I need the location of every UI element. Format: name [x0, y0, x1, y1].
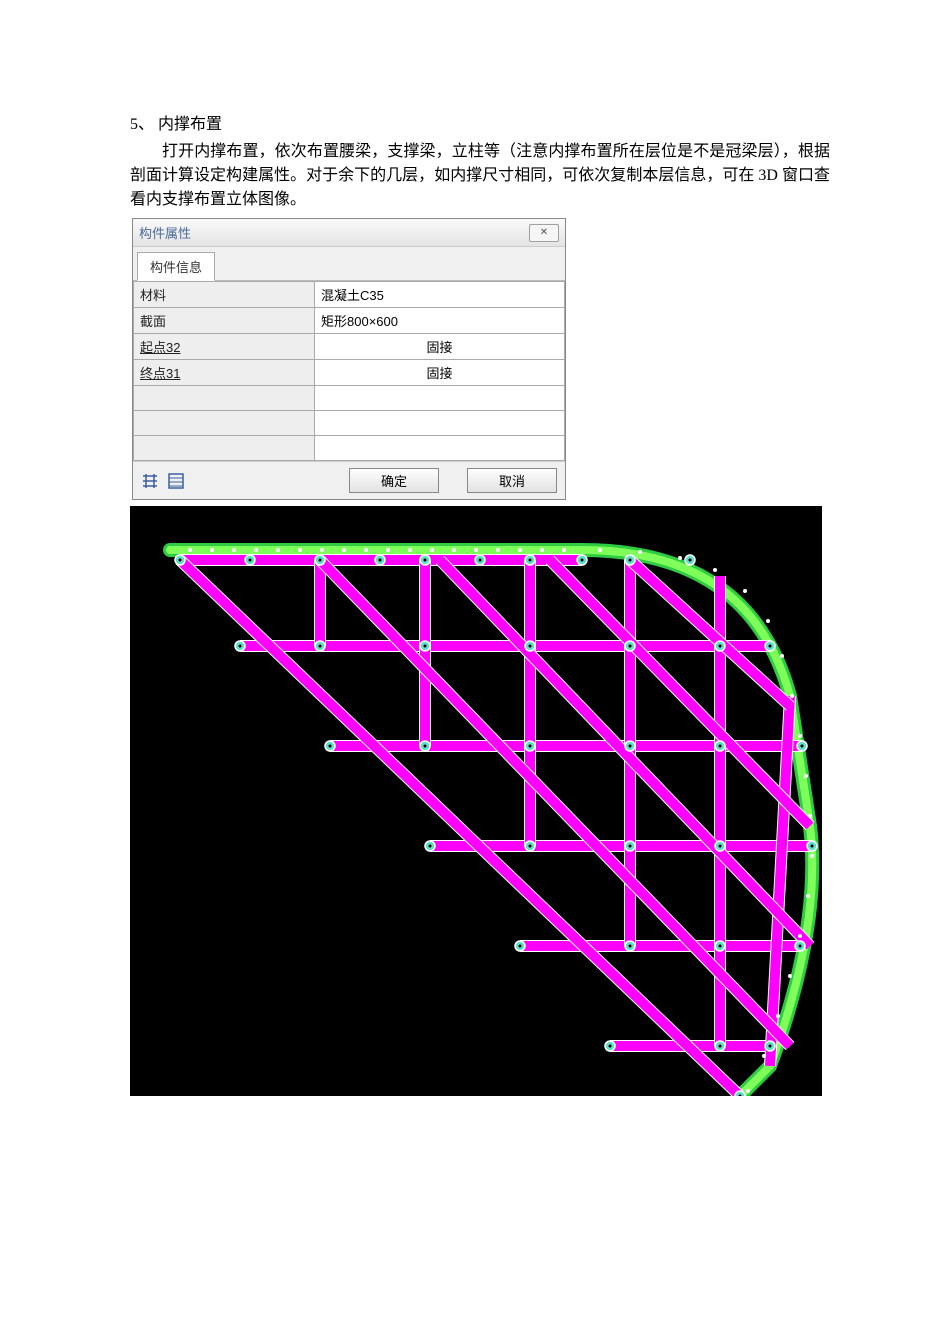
section-heading: 5、 内撑布置 [130, 110, 830, 134]
property-value[interactable] [315, 436, 565, 461]
property-row: 终点31固接 [134, 360, 565, 386]
ok-button[interactable]: 确定 [349, 468, 439, 493]
property-key: 终点31 [134, 360, 315, 386]
dialog-titlebar: 构件属性 ✕ [133, 219, 565, 247]
property-key [134, 386, 315, 411]
property-row: 截面矩形800×600 [134, 308, 565, 334]
bracing-plan-svg [130, 506, 822, 1096]
properties-table: 材料混凝土C35截面矩形800×600起点32固接终点31固接 [133, 281, 565, 461]
property-key: 起点32 [134, 334, 315, 360]
tool-icon-2[interactable] [167, 472, 185, 490]
property-value[interactable] [315, 386, 565, 411]
cad-3d-viewport[interactable] [130, 506, 822, 1096]
dialog-button-row: 确定 取消 [133, 461, 565, 499]
tool-icon-1[interactable] [141, 472, 159, 490]
property-row [134, 386, 565, 411]
property-row: 材料混凝土C35 [134, 282, 565, 308]
close-button[interactable]: ✕ [529, 224, 559, 242]
property-value[interactable]: 固接 [315, 334, 565, 360]
property-row [134, 411, 565, 436]
property-row [134, 436, 565, 461]
section-paragraph: 打开内撑布置，依次布置腰梁，支撑梁，立柱等（注意内撑布置所在层位是不是冠梁层），… [130, 140, 830, 212]
property-key [134, 411, 315, 436]
property-row: 起点32固接 [134, 334, 565, 360]
property-key [134, 436, 315, 461]
dialog-tabs: 构件信息 [133, 247, 565, 281]
cancel-button[interactable]: 取消 [467, 468, 557, 493]
property-value[interactable] [315, 411, 565, 436]
dialog-title: 构件属性 [139, 223, 191, 242]
property-value[interactable]: 矩形800×600 [315, 308, 565, 334]
property-key: 截面 [134, 308, 315, 334]
tab-component-info[interactable]: 构件信息 [137, 252, 215, 281]
property-value[interactable]: 混凝土C35 [315, 282, 565, 308]
property-value[interactable]: 固接 [315, 360, 565, 386]
component-properties-dialog: 构件属性 ✕ 构件信息 材料混凝土C35截面矩形800×600起点32固接终点3… [132, 218, 566, 500]
property-key: 材料 [134, 282, 315, 308]
